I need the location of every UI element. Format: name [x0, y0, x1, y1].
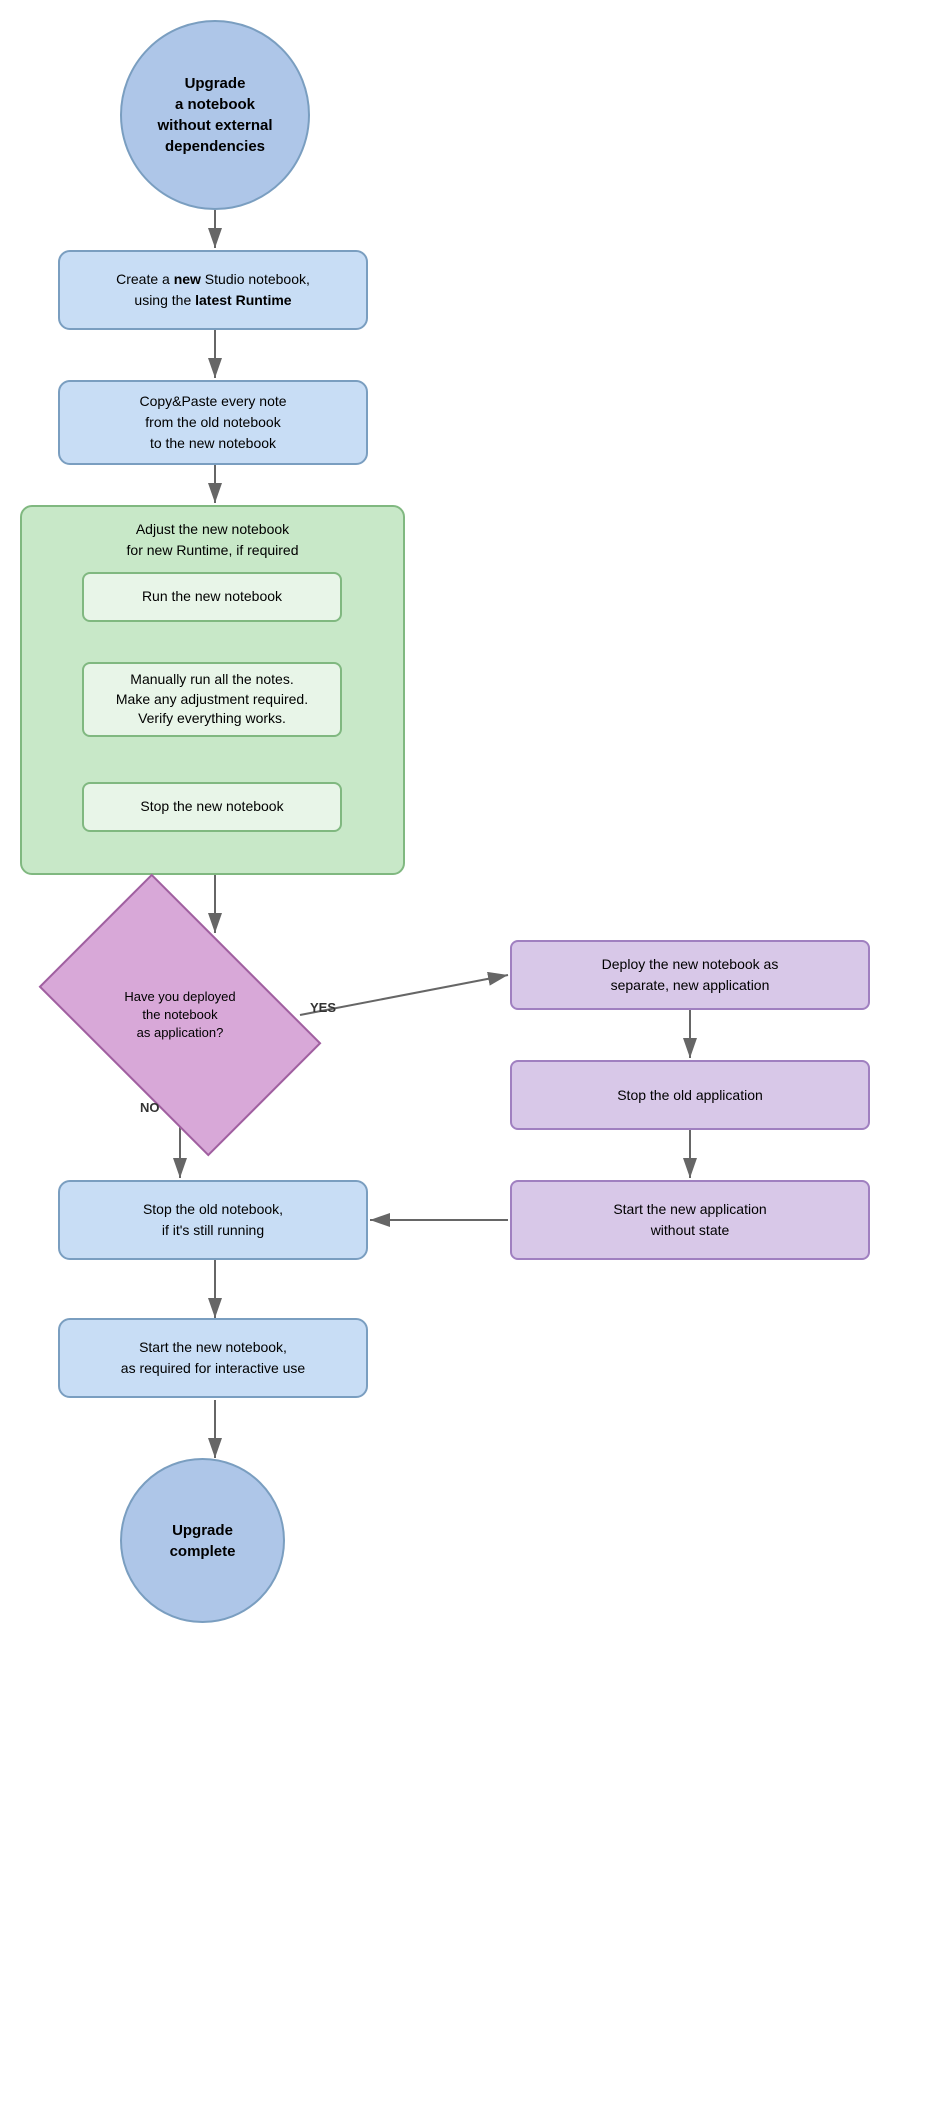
start-new-app-box: Start the new application without state [510, 1180, 870, 1260]
copy-paste-text: Copy&Paste every note from the old noteb… [139, 391, 286, 454]
copy-paste-box: Copy&Paste every note from the old noteb… [58, 380, 368, 465]
deploy-text: Deploy the new notebook as separate, new… [602, 954, 779, 996]
create-notebook-text: Create a new Studio notebook, using the … [116, 269, 310, 311]
run-notebook-text: Run the new notebook [142, 587, 282, 607]
stop-old-notebook-box: Stop the old notebook, if it's still run… [58, 1180, 368, 1260]
start-new-notebook-text: Start the new notebook, as required for … [121, 1337, 305, 1379]
create-notebook-box: Create a new Studio notebook, using the … [58, 250, 368, 330]
deploy-box: Deploy the new notebook as separate, new… [510, 940, 870, 1010]
stop-notebook-box: Stop the new notebook [82, 782, 342, 832]
end-circle: Upgrade complete [120, 1458, 285, 1623]
deployed-diamond: Have you deployedthe notebookas applicat… [60, 935, 300, 1095]
stop-old-notebook-text: Stop the old notebook, if it's still run… [143, 1199, 283, 1241]
stop-notebook-text: Stop the new notebook [140, 797, 283, 817]
yes-label: YES [310, 1000, 336, 1015]
start-circle-text: Upgrade a notebook without external depe… [157, 73, 272, 157]
green-group: Adjust the new notebookfor new Runtime, … [20, 505, 405, 875]
no-label: NO [140, 1100, 160, 1115]
flowchart-diagram: Upgrade a notebook without external depe… [0, 0, 928, 2110]
start-new-notebook-box: Start the new notebook, as required for … [58, 1318, 368, 1398]
start-new-app-text: Start the new application without state [613, 1199, 766, 1241]
stop-old-app-box: Stop the old application [510, 1060, 870, 1130]
stop-old-app-text: Stop the old application [617, 1085, 763, 1106]
green-group-header: Adjust the new notebookfor new Runtime, … [22, 519, 403, 561]
manually-run-box: Manually run all the notes. Make any adj… [82, 662, 342, 737]
start-circle: Upgrade a notebook without external depe… [120, 20, 310, 210]
end-circle-text: Upgrade complete [170, 1520, 236, 1562]
manually-run-text: Manually run all the notes. Make any adj… [116, 670, 308, 729]
run-notebook-box: Run the new notebook [82, 572, 342, 622]
diamond-text: Have you deployedthe notebookas applicat… [124, 988, 235, 1043]
